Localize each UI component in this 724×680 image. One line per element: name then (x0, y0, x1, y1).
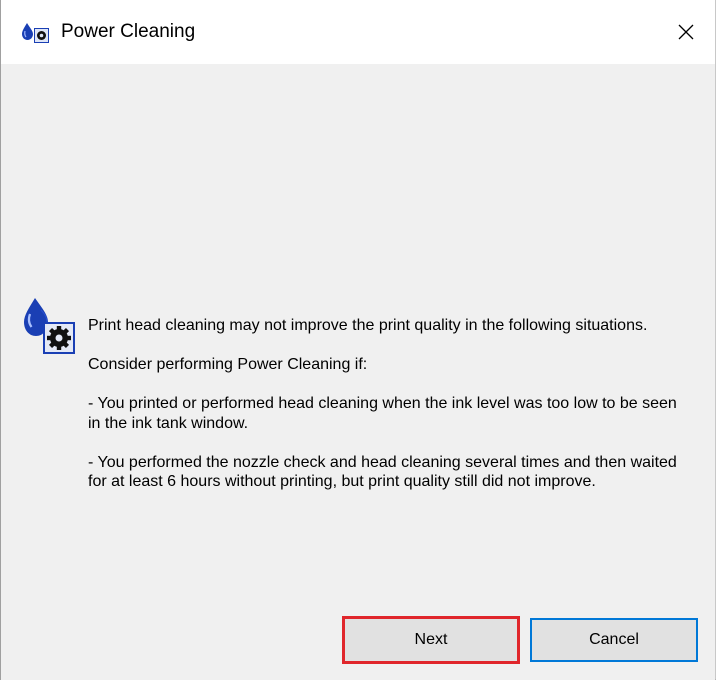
message-paragraph: Print head cleaning may not improve the … (88, 317, 648, 334)
cancel-button[interactable]: Cancel (530, 618, 698, 662)
message-paragraph: Consider performing Power Cleaning if: (88, 356, 368, 373)
message-text: Print head cleaning may not improve the … (88, 316, 688, 511)
message-paragraph: - You printed or performed head cleaning… (88, 395, 677, 432)
close-button[interactable] (657, 0, 715, 64)
message-paragraph: - You performed the nozzle check and hea… (88, 453, 677, 491)
window-title: Power Cleaning (61, 21, 196, 42)
title-bar: Power Cleaning (1, 0, 715, 64)
close-icon (678, 24, 694, 40)
power-cleaning-dialog: Power Cleaning Print head cleaning may n… (0, 0, 716, 680)
dialog-content: Print head cleaning may not improve the … (1, 64, 715, 680)
ink-cleaning-icon (24, 298, 75, 354)
ink-cleaning-icon (22, 23, 49, 43)
next-button[interactable]: Next (342, 616, 520, 664)
